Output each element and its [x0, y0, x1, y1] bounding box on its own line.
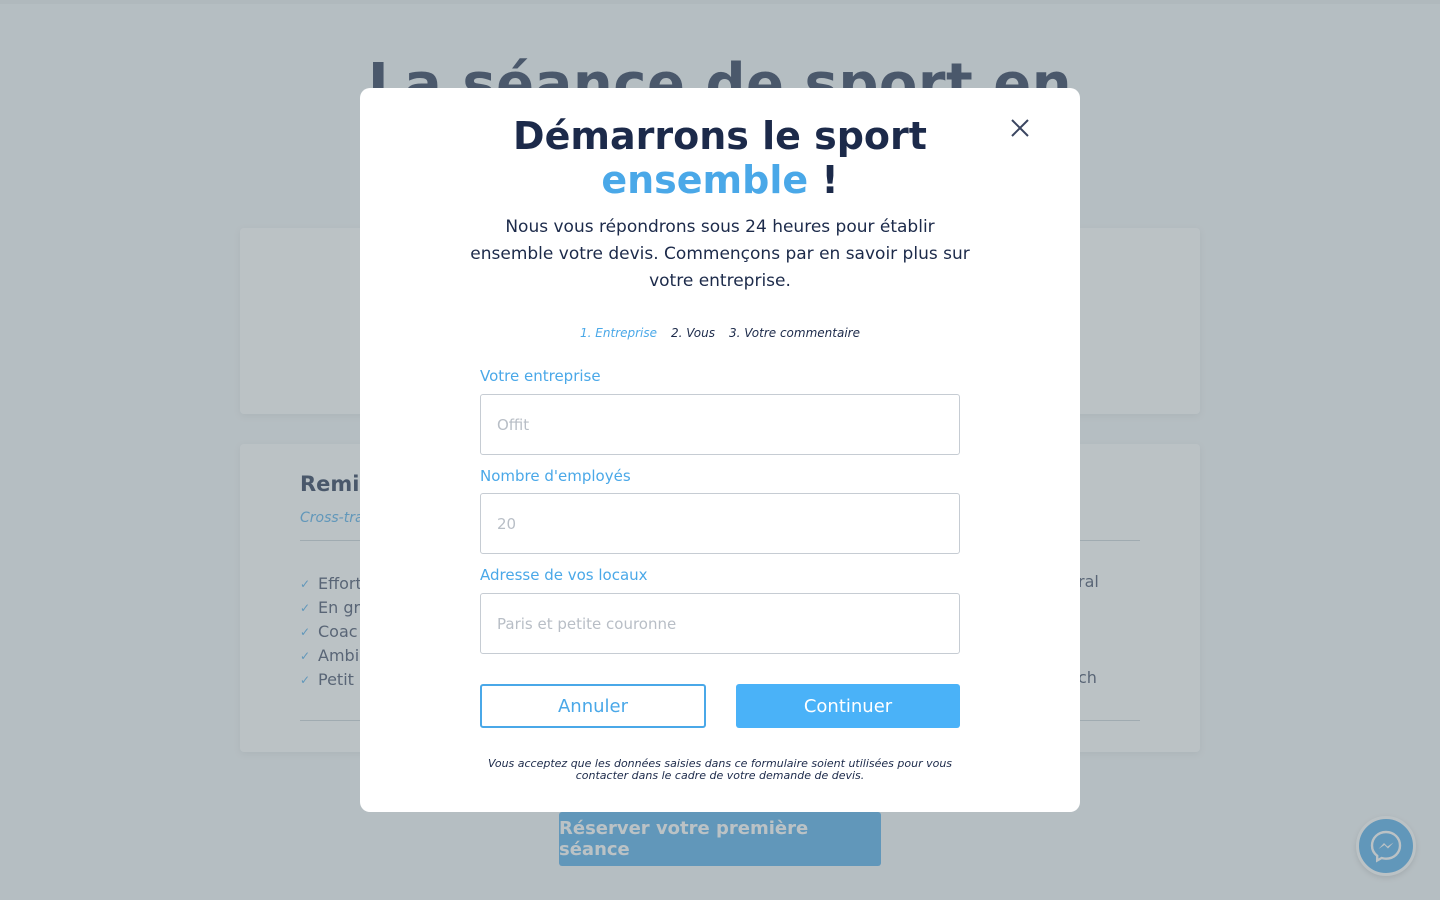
address-label: Adresse de vos locaux: [480, 566, 648, 584]
step-you: 2. Vous: [671, 326, 715, 340]
address-input[interactable]: [480, 593, 960, 654]
company-label: Votre entreprise: [480, 367, 601, 385]
step-indicator: 1. Entreprise 2. Vous 3. Votre commentai…: [360, 326, 1080, 340]
modal-intro: Nous vous répondrons sous 24 heures pour…: [470, 217, 970, 291]
consent-disclaimer: Vous acceptez que les données saisies da…: [487, 757, 953, 782]
step-company: 1. Entreprise: [580, 326, 658, 340]
quote-modal: Démarrons le sport ensemble ! Nous vous …: [360, 88, 1080, 812]
title-accent: ensemble: [601, 158, 809, 202]
modal-title: Démarrons le sport ensemble !: [513, 114, 927, 202]
employees-label: Nombre d'employés: [480, 467, 631, 485]
step-comment: 3. Votre commentaire: [729, 326, 860, 340]
company-input[interactable]: [480, 394, 960, 455]
employees-input[interactable]: [480, 493, 960, 554]
cancel-button[interactable]: Annuler: [480, 684, 706, 728]
continue-button[interactable]: Continuer: [736, 684, 960, 728]
